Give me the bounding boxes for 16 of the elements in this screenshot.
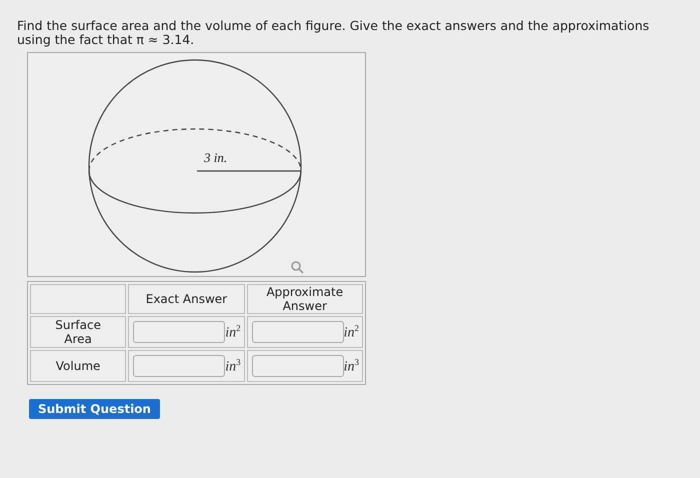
answer-field[interactable] [252, 355, 344, 377]
radius-label: 3 in. [204, 150, 228, 166]
instructions-text: Find the surface area and the volume of each figure. Give the exact answers and the approximations using the fact that π ≈ 3.14. [17, 19, 650, 47]
column-header: Exact Answer [128, 284, 245, 314]
answer-field[interactable] [252, 321, 344, 343]
row-label: Volume [30, 350, 126, 382]
answer-field[interactable] [133, 321, 226, 343]
unit-label: in$^{3}$ [344, 356, 359, 376]
unit-label: in$^{2}$ [344, 322, 359, 342]
column-header: Approximate Answer [246, 284, 363, 314]
unit-label: in$^{3}$ [225, 356, 241, 376]
search-icon[interactable] [291, 261, 304, 274]
row-label: Surface Area [30, 316, 126, 348]
answer-field[interactable] [133, 355, 226, 377]
submit-button[interactable]: Submit Question [29, 399, 160, 419]
unit-label: in$^{2}$ [225, 322, 241, 342]
